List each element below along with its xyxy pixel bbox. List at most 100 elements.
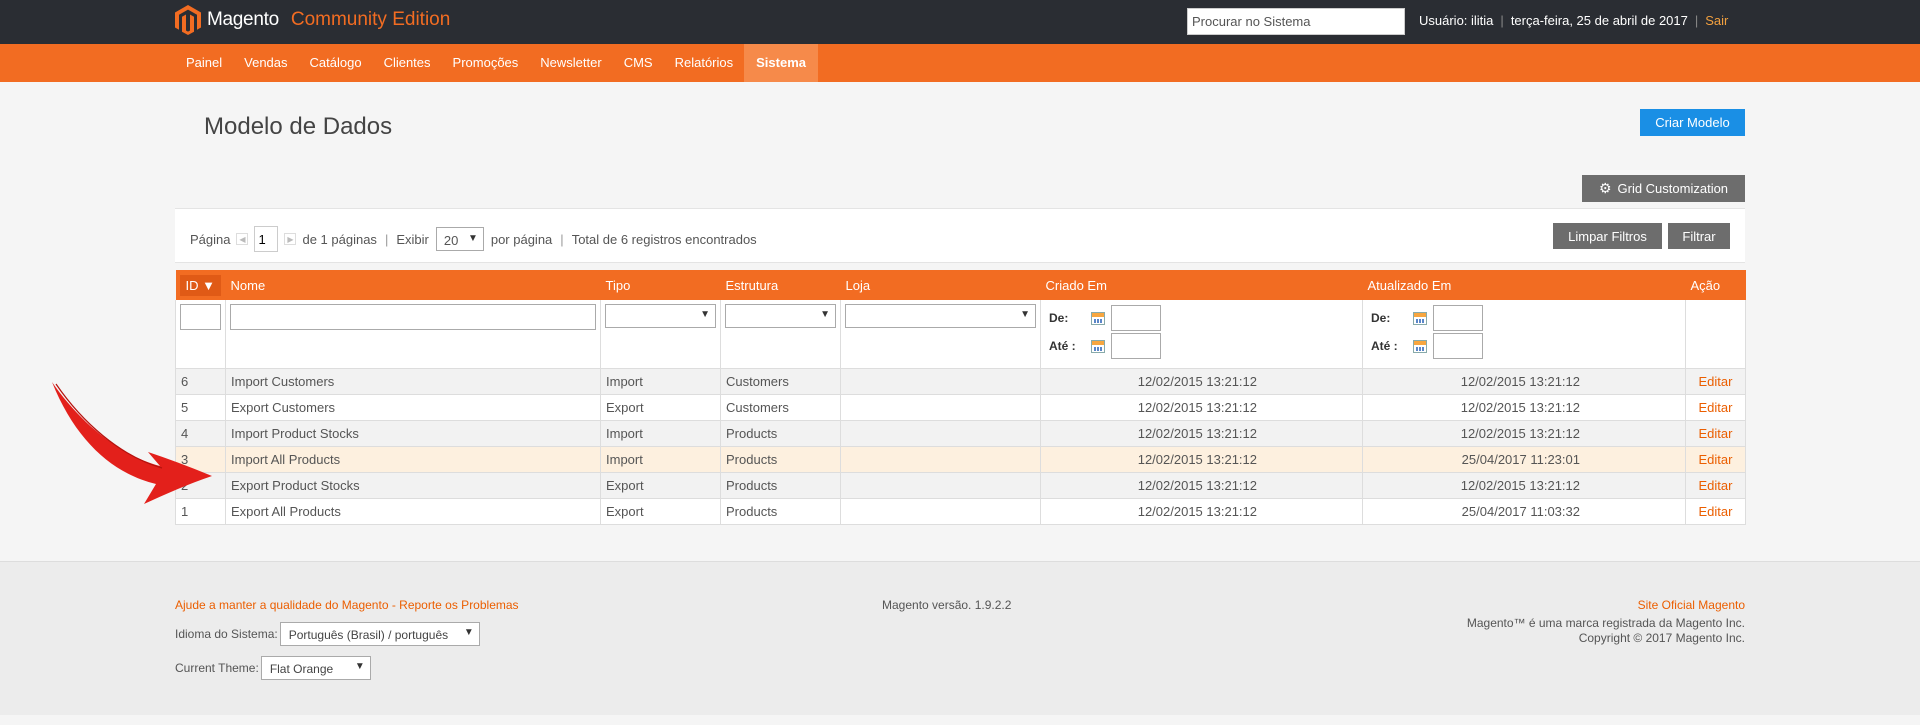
- cell-entity: Products: [720, 472, 841, 499]
- cell-type: Import: [600, 446, 721, 473]
- edit-link[interactable]: Editar: [1699, 452, 1733, 467]
- next-page-icon[interactable]: ▶: [284, 233, 297, 245]
- created-from-input[interactable]: [1111, 305, 1161, 331]
- grid-pager: Página ◀ ▶ de 1 páginas | Exibir 20 ▼ po…: [175, 208, 1745, 263]
- official-site-link[interactable]: Site Oficial Magento: [1467, 598, 1745, 613]
- chevron-down-icon: ▼: [820, 309, 830, 320]
- cell-created: 12/02/2015 13:21:12: [1040, 472, 1363, 499]
- nav-promotions[interactable]: Promoções: [442, 44, 530, 82]
- theme-value: Flat Orange: [269, 662, 334, 676]
- logout-link[interactable]: Sair: [1705, 13, 1728, 28]
- locale-select[interactable]: Português (Brasil) / português ▼: [279, 622, 480, 646]
- chevron-down-icon: ▼: [1020, 309, 1030, 320]
- cell-entity: Products: [720, 498, 841, 525]
- copyright-text: Copyright © 2017 Magento Inc.: [1578, 631, 1745, 645]
- reset-filter-button[interactable]: Limpar Filtros: [1553, 223, 1662, 249]
- cell-type: Export: [600, 472, 721, 499]
- cell-store: [840, 420, 1041, 447]
- column-updated[interactable]: Atualizado Em: [1362, 270, 1686, 300]
- calendar-icon[interactable]: [1413, 311, 1427, 325]
- cell-name: Export Product Stocks: [225, 472, 601, 499]
- updated-to-label: Até :: [1371, 339, 1398, 353]
- created-to-label: Até :: [1049, 339, 1076, 353]
- cell-type: Import: [600, 420, 721, 447]
- nav-dashboard[interactable]: Painel: [175, 44, 233, 82]
- locale-label: Idioma do Sistema:: [175, 627, 278, 641]
- grid-customization-button[interactable]: ⚙ Grid Customization: [1582, 175, 1745, 202]
- cell-id: 5: [175, 394, 226, 421]
- filter-entity-select[interactable]: ▼: [725, 304, 836, 328]
- column-name[interactable]: Nome: [225, 270, 601, 300]
- column-created[interactable]: Criado Em: [1040, 270, 1363, 300]
- admin-footer: Ajude a manter a qualidade do Magento - …: [0, 561, 1920, 715]
- search-button[interactable]: Filtrar: [1668, 223, 1730, 249]
- edit-link[interactable]: Editar: [1699, 504, 1733, 519]
- page-count: de 1 páginas: [302, 231, 377, 247]
- global-search-input[interactable]: [1187, 8, 1405, 35]
- edit-link[interactable]: Editar: [1699, 374, 1733, 389]
- table-row[interactable]: 5 Export Customers Export Customers 12/0…: [175, 394, 1746, 421]
- edit-link[interactable]: Editar: [1699, 478, 1733, 493]
- cell-store: [840, 446, 1041, 473]
- nav-catalog[interactable]: Catálogo: [299, 44, 373, 82]
- report-issue-link[interactable]: Ajude a manter a qualidade do Magento - …: [175, 598, 519, 612]
- filter-id-input[interactable]: [180, 304, 221, 330]
- cell-store: [840, 472, 1041, 499]
- table-row-highlighted[interactable]: 3 Import All Products Import Products 12…: [175, 446, 1746, 473]
- nav-cms[interactable]: CMS: [613, 44, 664, 82]
- filter-store-select[interactable]: ▼: [845, 304, 1036, 328]
- nav-reports[interactable]: Relatórios: [664, 44, 745, 82]
- locale-value: Português (Brasil) / português: [288, 628, 449, 642]
- nav-customers[interactable]: Clientes: [373, 44, 442, 82]
- page-limit-value: 20: [443, 233, 459, 248]
- magento-logo-icon: [175, 5, 201, 35]
- sort-desc-icon: ▼: [202, 277, 215, 293]
- updated-from-input[interactable]: [1433, 305, 1483, 331]
- nav-system[interactable]: Sistema: [744, 44, 818, 82]
- magento-logo[interactable]: Magento Community Edition: [175, 4, 450, 36]
- edit-link[interactable]: Editar: [1699, 400, 1733, 415]
- column-action: Ação: [1685, 270, 1746, 300]
- page-limit-select[interactable]: 20 ▼: [435, 227, 484, 251]
- filter-name-input[interactable]: [230, 304, 596, 330]
- updated-to-input[interactable]: [1433, 333, 1483, 359]
- nav-newsletter[interactable]: Newsletter: [529, 44, 612, 82]
- column-id[interactable]: ID ▼: [175, 270, 226, 300]
- cell-created: 12/02/2015 13:21:12: [1040, 368, 1363, 395]
- theme-select[interactable]: Flat Orange ▼: [260, 656, 371, 680]
- updated-from-label: De:: [1371, 311, 1391, 325]
- admin-header: Magento Community Edition Usuário: iliti…: [0, 0, 1920, 44]
- column-store[interactable]: Loja: [840, 270, 1041, 300]
- user-info: Usuário: ilitia | terça-feira, 25 de abril…: [1419, 13, 1729, 28]
- current-date: terça-feira, 25 de abril de 2017: [1510, 13, 1688, 28]
- calendar-icon[interactable]: [1091, 311, 1105, 325]
- table-row[interactable]: 1 Export All Products Export Products 12…: [175, 498, 1746, 525]
- create-profile-button[interactable]: Criar Modelo: [1640, 109, 1745, 136]
- cell-created: 12/02/2015 13:21:12: [1040, 394, 1363, 421]
- table-row[interactable]: 6 Import Customers Import Customers 12/0…: [175, 368, 1746, 395]
- total-records: Total de 6 registros encontrados: [571, 231, 757, 247]
- created-to-input[interactable]: [1111, 333, 1161, 359]
- profiles-grid: ID ▼ Nome Tipo Estrutura Loja Criado Em …: [175, 270, 1746, 525]
- table-row[interactable]: 2 Export Product Stocks Export Products …: [175, 472, 1746, 499]
- filter-type-select[interactable]: ▼: [605, 304, 716, 328]
- calendar-icon[interactable]: [1091, 339, 1105, 353]
- column-type[interactable]: Tipo: [600, 270, 721, 300]
- main-nav: Painel Vendas Catálogo Clientes Promoçõe…: [0, 44, 1920, 82]
- cell-id: 1: [175, 498, 226, 525]
- column-entity[interactable]: Estrutura: [720, 270, 841, 300]
- cell-updated: 12/02/2015 13:21:12: [1362, 394, 1686, 421]
- cell-updated: 12/02/2015 13:21:12: [1362, 420, 1686, 447]
- edit-link[interactable]: Editar: [1699, 426, 1733, 441]
- cell-name: Import Product Stocks: [225, 420, 601, 447]
- nav-sales[interactable]: Vendas: [233, 44, 298, 82]
- cell-updated: 25/04/2017 11:23:01: [1362, 446, 1686, 473]
- page-number-input[interactable]: [254, 226, 279, 252]
- calendar-icon[interactable]: [1413, 339, 1427, 353]
- grid-customization-label: Grid Customization: [1617, 181, 1729, 196]
- cell-id: 2: [175, 472, 226, 499]
- table-row[interactable]: 4 Import Product Stocks Import Products …: [175, 420, 1746, 447]
- prev-page-icon[interactable]: ◀: [236, 233, 249, 245]
- chevron-down-icon: ▼: [354, 661, 365, 672]
- cell-entity: Customers: [720, 394, 841, 421]
